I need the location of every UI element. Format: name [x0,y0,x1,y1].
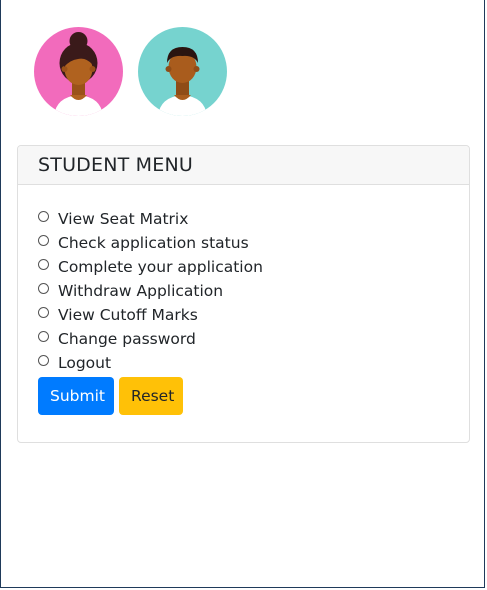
submit-button[interactable]: Submit [38,377,114,415]
card-title: STUDENT MENU [38,154,193,176]
radio-button[interactable] [38,258,49,270]
radio-button[interactable] [38,234,49,246]
option-label[interactable]: Withdraw Application [58,282,223,300]
male-avatar-icon [138,27,227,116]
option-label[interactable]: Change password [58,330,196,348]
option-view-cutoff-marks[interactable]: View Cutoff Marks [38,303,458,327]
option-label[interactable]: Logout [58,354,111,372]
form-buttons: Submit Reset [38,377,183,415]
option-label[interactable]: Check application status [58,234,249,252]
option-complete-application[interactable]: Complete your application [38,255,458,279]
option-label[interactable]: View Cutoff Marks [58,306,198,324]
radio-button[interactable] [38,210,49,222]
option-view-seat-matrix[interactable]: View Seat Matrix [38,207,458,231]
avatars-row [34,27,227,116]
radio-button[interactable] [38,354,49,366]
reset-button[interactable]: Reset [119,377,183,415]
radio-button[interactable] [38,306,49,318]
female-avatar-icon [34,27,123,116]
option-logout[interactable]: Logout [38,351,458,375]
option-label[interactable]: Complete your application [58,258,263,276]
radio-button[interactable] [38,330,49,342]
option-withdraw-application[interactable]: Withdraw Application [38,279,458,303]
option-change-password[interactable]: Change password [38,327,458,351]
card-header: STUDENT MENU [18,146,469,185]
option-check-application-status[interactable]: Check application status [38,231,458,255]
student-menu-card: STUDENT MENU View Seat Matrix Check appl… [17,145,470,443]
option-label[interactable]: View Seat Matrix [58,210,188,228]
menu-options: View Seat Matrix Check application statu… [38,207,458,375]
radio-button[interactable] [38,282,49,294]
